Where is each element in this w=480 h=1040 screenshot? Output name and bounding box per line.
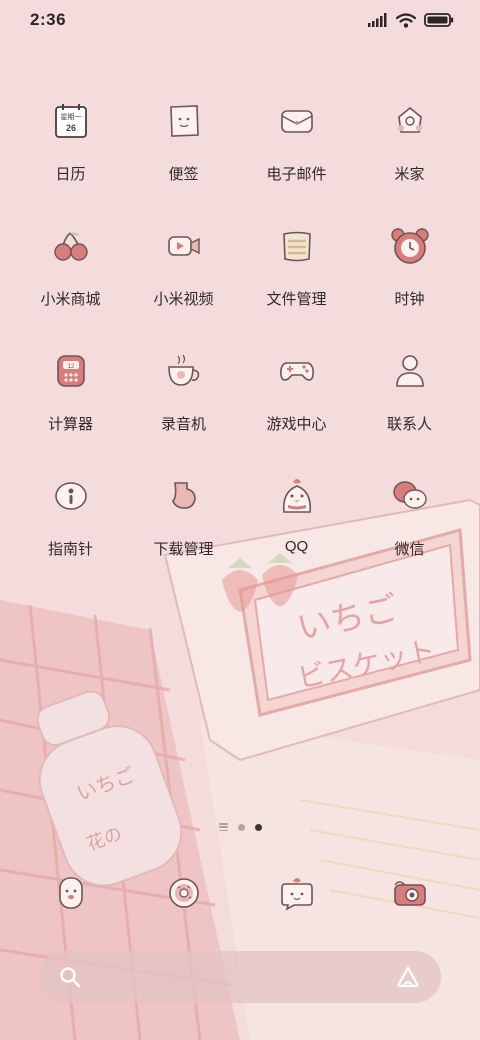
app-mi-store[interactable]: 小米商城 <box>14 215 127 340</box>
cherry-icon <box>44 219 98 273</box>
teacup-icon <box>157 344 211 398</box>
app-label: 电子邮件 <box>266 166 327 183</box>
app-notes[interactable]: 便签 <box>127 90 240 215</box>
app-clock[interactable]: 时钟 <box>353 215 466 340</box>
folder-icon <box>270 219 324 273</box>
app-label: 便签 <box>168 166 199 183</box>
calendar-day: 26 <box>65 123 75 133</box>
dock-browser[interactable] <box>127 862 240 920</box>
calendar-icon: 星期一 26 <box>44 94 98 148</box>
app-grid: 星期一 26 日历 便签 电子邮件 米家 小米商城 小米视频 文件管理 时钟 1… <box>14 90 466 590</box>
app-qq[interactable]: QQ <box>240 465 353 590</box>
app-recorder[interactable]: 录音机 <box>127 340 240 465</box>
duck-icon <box>270 469 324 523</box>
search-bar[interactable] <box>39 951 441 1003</box>
compass-icon <box>44 469 98 523</box>
email-icon <box>270 94 324 148</box>
page-dot <box>237 823 245 831</box>
app-label: 米家 <box>394 166 425 183</box>
app-email[interactable]: 电子邮件 <box>240 90 353 215</box>
calculator-icon: 12 <box>44 344 98 398</box>
app-compass[interactable]: 指南针 <box>14 465 127 590</box>
status-icons <box>368 12 454 28</box>
notes-icon <box>157 94 211 148</box>
app-download-manager[interactable]: 下载管理 <box>127 465 240 590</box>
signal-icon <box>368 13 387 27</box>
search-icon[interactable] <box>59 966 81 988</box>
donut-icon <box>157 866 211 920</box>
app-mijia[interactable]: 米家 <box>353 90 466 215</box>
bear-clock-icon <box>383 219 437 273</box>
app-mi-video[interactable]: 小米视频 <box>127 215 240 340</box>
app-calculator[interactable]: 12 计算器 <box>14 340 127 465</box>
app-label: 文件管理 <box>266 291 327 308</box>
app-label: 小米商城 <box>40 291 101 308</box>
app-label: 日历 <box>55 166 86 183</box>
gamepad-icon <box>270 344 324 398</box>
wifi-icon <box>396 12 416 28</box>
status-bar: 2:36 <box>0 0 480 40</box>
app-label: 下载管理 <box>153 541 214 558</box>
app-label: 小米视频 <box>153 291 214 308</box>
person-icon <box>383 344 437 398</box>
app-contacts[interactable]: 联系人 <box>353 340 466 465</box>
app-label: 录音机 <box>160 416 206 433</box>
download-icon <box>157 469 211 523</box>
calendar-weekday: 星期一 <box>60 113 81 121</box>
app-label: 微信 <box>394 541 425 558</box>
dock-messages[interactable] <box>240 862 353 920</box>
app-file-manager[interactable]: 文件管理 <box>240 215 353 340</box>
phone-icon <box>44 866 98 920</box>
app-label: 联系人 <box>386 416 432 433</box>
camera-icon <box>383 866 437 920</box>
page-indicator[interactable] <box>0 823 480 831</box>
video-camera-icon <box>157 219 211 273</box>
status-time: 2:36 <box>30 10 67 29</box>
app-wechat[interactable]: 微信 <box>353 465 466 590</box>
dock-phone[interactable] <box>14 862 127 920</box>
voice-assistant-icon[interactable] <box>395 966 421 988</box>
calculator-display: 12 <box>67 364 74 370</box>
mijia-icon <box>383 94 437 148</box>
app-label: 指南针 <box>47 541 93 558</box>
app-label: 计算器 <box>47 416 93 433</box>
app-label: 游戏中心 <box>266 416 327 433</box>
page-dot-active <box>254 823 262 831</box>
search-input[interactable] <box>95 967 381 987</box>
message-icon <box>270 866 324 920</box>
battery-icon <box>424 13 454 27</box>
minus-one-screen-icon <box>218 823 228 831</box>
app-label: 时钟 <box>394 291 425 308</box>
app-label: QQ <box>284 538 309 555</box>
app-calendar[interactable]: 星期一 26 日历 <box>14 90 127 215</box>
chat-bubbles-icon <box>383 469 437 523</box>
dock-camera[interactable] <box>353 862 466 920</box>
dock <box>14 862 466 920</box>
app-game-center[interactable]: 游戏中心 <box>240 340 353 465</box>
